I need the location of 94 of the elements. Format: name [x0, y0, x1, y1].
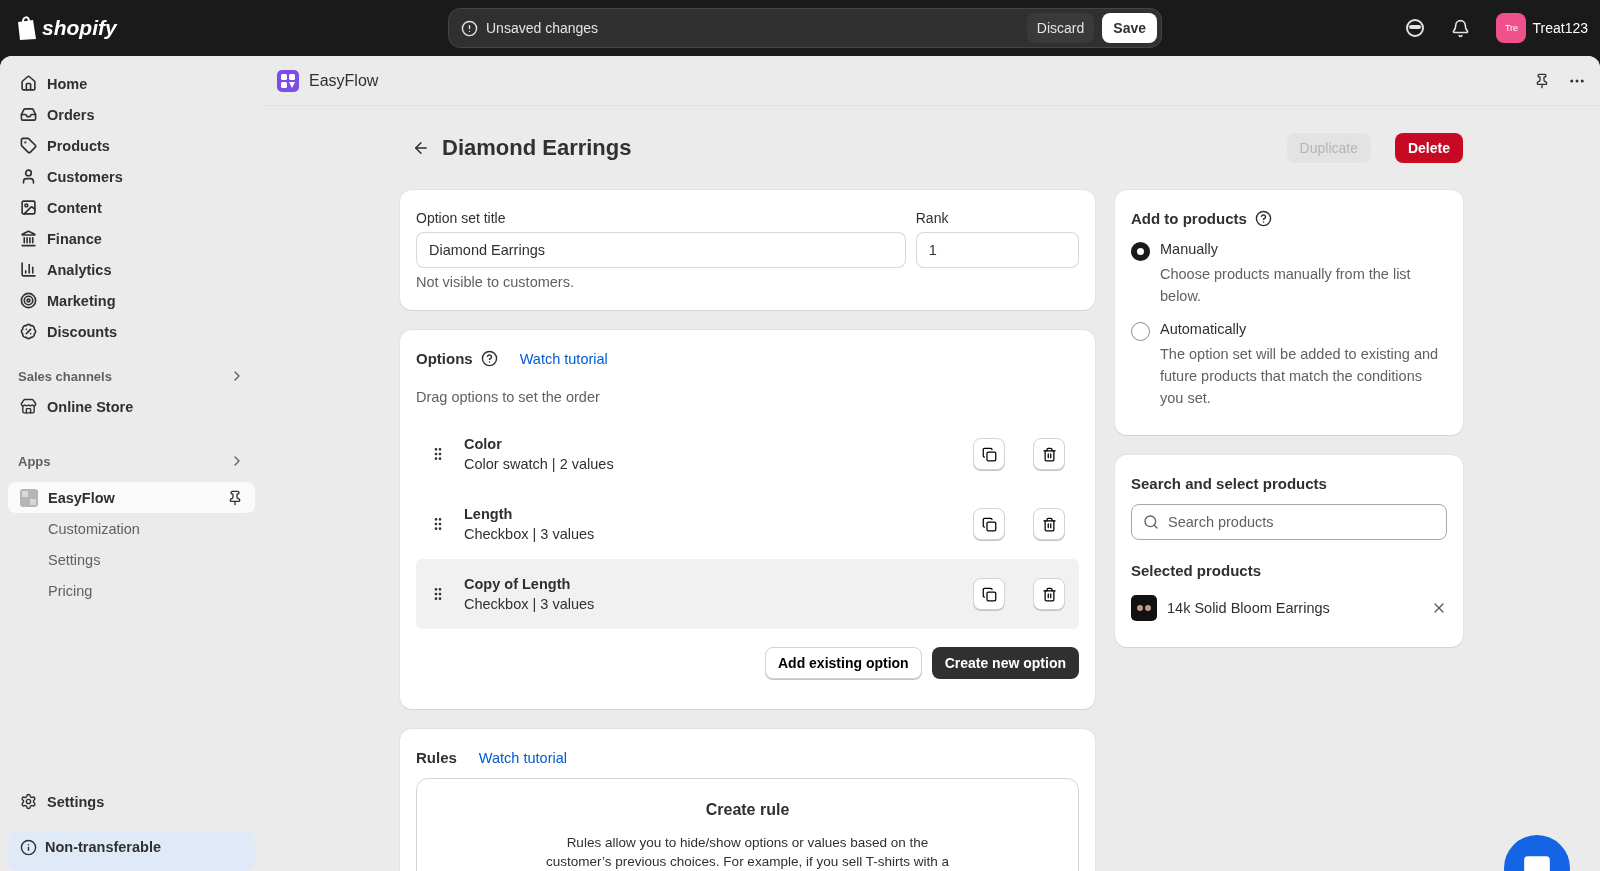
bank-icon: [20, 230, 37, 247]
pin-icon[interactable]: [1534, 72, 1550, 89]
percent-badge-icon: [20, 323, 37, 340]
copy-icon: [981, 446, 997, 462]
person-icon: [20, 168, 37, 185]
nav-item[interactable]: Home: [8, 68, 255, 99]
nav-item[interactable]: Discounts: [8, 316, 255, 347]
create-rule-title: Create rule: [705, 801, 790, 819]
nav-item[interactable]: Orders: [8, 99, 255, 130]
radio-label: Automatically: [1160, 321, 1248, 337]
user-name[interactable]: Treat123: [1532, 20, 1588, 36]
unsaved-message: Unsaved changes: [486, 20, 599, 36]
add-existing-option-button[interactable]: Add existing option: [765, 647, 922, 679]
option-detail: Checkbox | 3 values: [464, 596, 596, 612]
bell-icon[interactable]: [1451, 18, 1471, 38]
option-name: Copy of Length: [464, 576, 572, 592]
inbox-icon: [20, 106, 37, 123]
radio-description: The option set will be added to existing and future products that match the conditions you set.: [1160, 345, 1440, 408]
tag-icon: [20, 137, 37, 154]
hint-text: Drag options to set the order: [416, 389, 601, 405]
option-name: Color: [464, 436, 503, 452]
nav-item[interactable]: Analytics: [8, 254, 255, 285]
search-icon: [1143, 514, 1159, 530]
section-heading: Sales channels: [18, 368, 112, 384]
card-heading: Options: [416, 350, 473, 367]
delete-icon-button[interactable]: [1033, 438, 1065, 470]
option-detail: Checkbox | 3 values: [464, 526, 596, 542]
app-logo-icon: [277, 69, 299, 92]
discard-button[interactable]: Discard: [1026, 13, 1095, 43]
field-label: Rank: [915, 210, 950, 226]
product-name: 14k Solid Bloom Earrings: [1167, 600, 1331, 616]
target-icon: [20, 292, 37, 309]
house-icon: [20, 75, 37, 92]
nav-item[interactable]: Content: [8, 192, 255, 223]
alert-icon: [461, 19, 478, 37]
brand-logo: shopify: [42, 16, 117, 40]
nav-item[interactable]: Products: [8, 130, 255, 161]
search-field[interactable]: Search products: [1131, 504, 1447, 540]
notice-text: Non-transferable: [45, 839, 162, 857]
duplicate-icon-button[interactable]: [973, 508, 1005, 540]
shopping-bag-logo-icon: [16, 15, 38, 41]
watch-tutorial-link[interactable]: Watch tutorial: [478, 749, 567, 766]
delete-icon-button[interactable]: [1033, 508, 1065, 540]
trash-icon: [1041, 446, 1057, 462]
option-row[interactable]: Copy of Length Checkbox | 3 values: [416, 559, 1079, 629]
pin-icon[interactable]: [227, 489, 243, 506]
rank-input[interactable]: 1: [915, 232, 1079, 268]
nav-item[interactable]: Finance: [8, 223, 255, 254]
app-title: EasyFlow: [309, 71, 379, 90]
card-heading: Search and select products: [1131, 475, 1327, 492]
nav-item[interactable]: Customers: [8, 161, 255, 192]
option-detail: Color swatch | 2 values: [464, 456, 615, 472]
store-icon: [20, 398, 37, 415]
nav-subitem[interactable]: Pricing: [8, 575, 255, 606]
section-heading: Apps: [18, 453, 51, 469]
save-button[interactable]: Save: [1102, 13, 1157, 43]
create-new-option-button[interactable]: Create new option: [931, 647, 1079, 679]
radio-button[interactable]: [1131, 322, 1150, 341]
duplicate-icon-button[interactable]: [973, 578, 1005, 610]
delete-icon-button[interactable]: [1033, 578, 1065, 610]
nav-item[interactable]: Settings: [8, 786, 255, 817]
radio-button[interactable]: [1131, 242, 1150, 261]
gear-icon: [20, 793, 37, 810]
field-label: Option set title: [416, 210, 507, 226]
radio-description: Choose products manually from the list below.: [1160, 265, 1412, 306]
option-row[interactable]: Length Checkbox | 3 values: [416, 489, 1079, 559]
create-rule-description: Rules allow you to hide/show options or values based on the customer’s previous choices. For example, if you sell T-shirts with a: [545, 834, 950, 871]
nav-subitem[interactable]: Customization: [8, 513, 255, 544]
page-title: Diamond Earrings: [442, 135, 632, 161]
image-icon: [20, 199, 37, 216]
card-heading: Rules: [416, 749, 457, 766]
title-input[interactable]: Diamond Earrings: [416, 232, 906, 268]
trash-icon: [1041, 516, 1057, 532]
copy-icon: [981, 586, 997, 602]
nav-subitem[interactable]: Settings: [8, 544, 255, 575]
option-row[interactable]: Color Color swatch | 2 values: [416, 419, 1079, 489]
nav-item[interactable]: Marketing: [8, 285, 255, 316]
trash-icon: [1041, 586, 1057, 602]
radio-label: Manually: [1160, 241, 1220, 257]
delete-button[interactable]: Delete: [1394, 133, 1463, 163]
nav-item[interactable]: EasyFlow: [8, 482, 255, 513]
duplicate-icon-button[interactable]: [973, 438, 1005, 470]
bar-chart-icon: [20, 261, 37, 278]
help-icon[interactable]: [480, 350, 498, 367]
help-icon[interactable]: [1254, 210, 1272, 227]
info-icon: [20, 839, 37, 856]
card-heading: Add to products: [1131, 210, 1247, 227]
copy-icon: [981, 516, 997, 532]
nav-item[interactable]: Online Store: [8, 391, 255, 422]
card-heading: Selected products: [1131, 562, 1262, 579]
watch-tutorial-link[interactable]: Watch tutorial: [519, 350, 608, 367]
app-grid-icon: [20, 488, 38, 507]
help-text: Not visible to customers.: [416, 274, 575, 290]
option-name: Length: [464, 506, 514, 522]
